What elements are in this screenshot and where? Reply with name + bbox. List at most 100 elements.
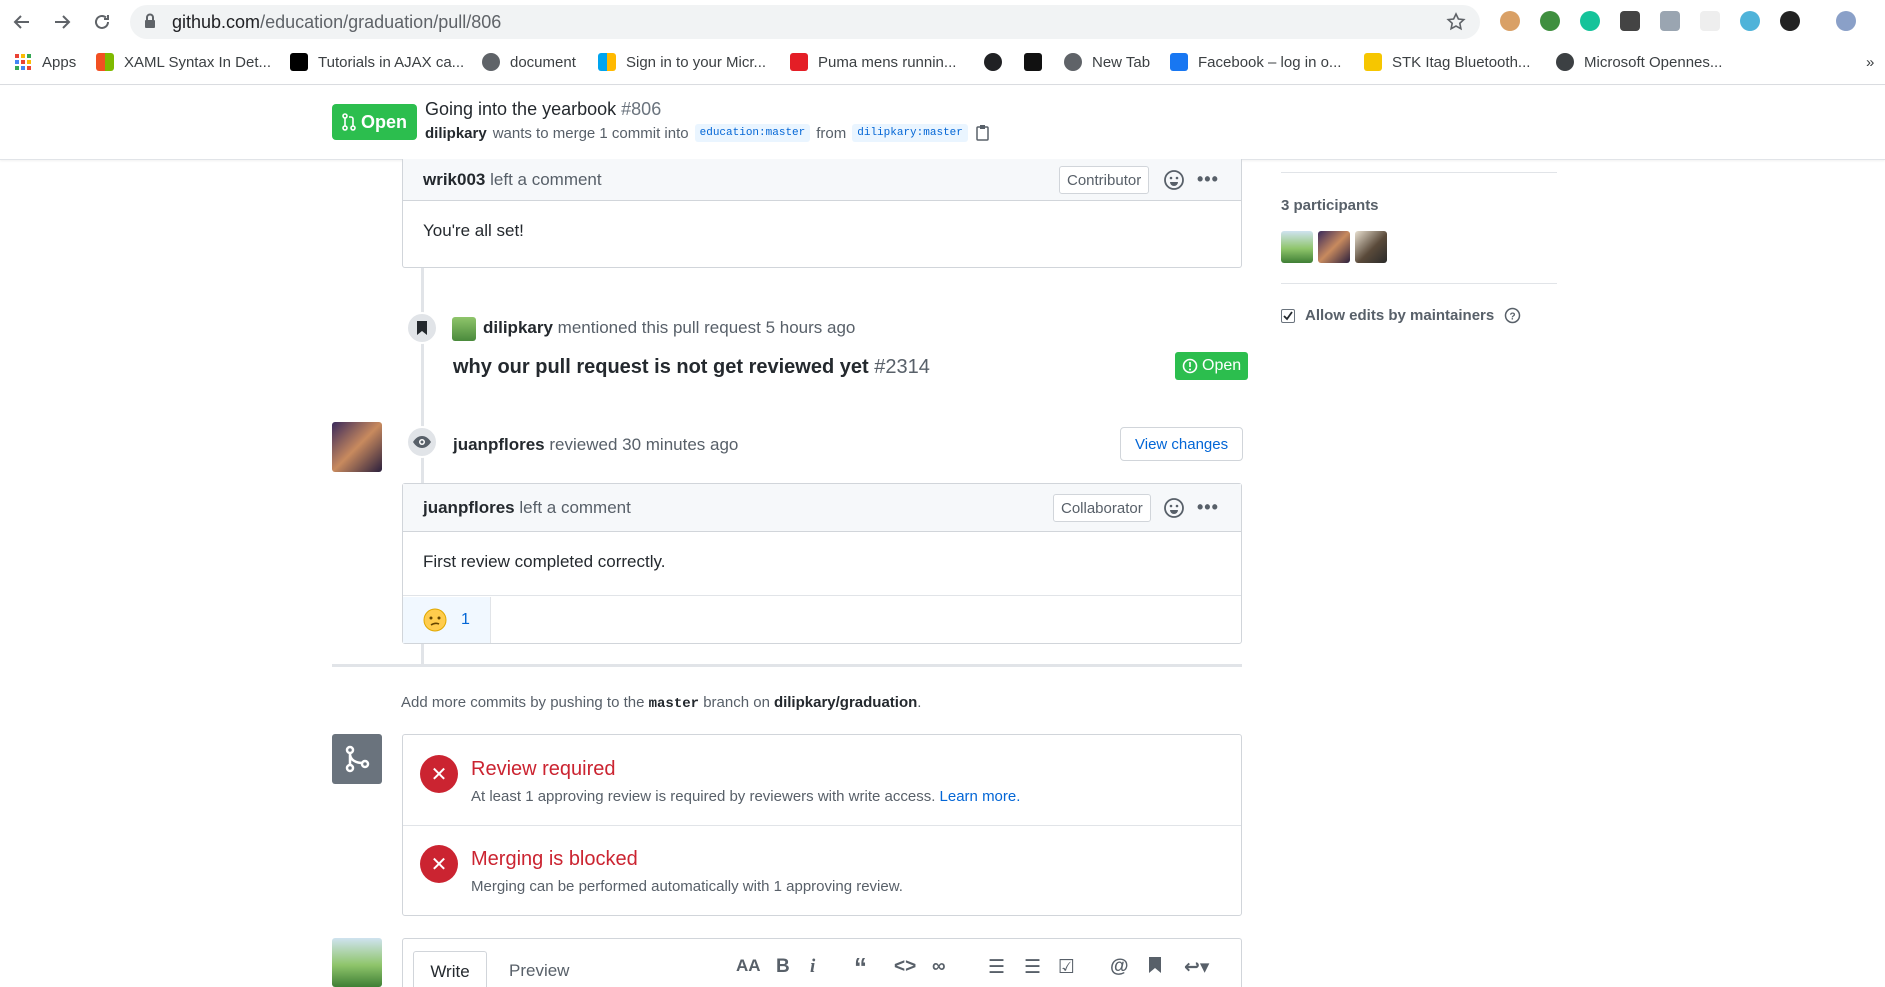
avatar[interactable] <box>332 422 382 472</box>
add-reaction-icon[interactable] <box>1163 497 1185 524</box>
view-changes-button[interactable]: View changes <box>1120 427 1244 461</box>
repo-link[interactable]: dilipkary/graduation <box>774 694 917 711</box>
mention-icon[interactable]: @ <box>1110 956 1129 978</box>
bold-icon[interactable]: B <box>776 956 790 978</box>
pr-sticky-header: Open Going into the yearbook #806 dilipk… <box>0 86 1885 160</box>
pr-meta-from: from <box>816 124 847 142</box>
bookmark-puma[interactable]: Puma mens runnin... <box>790 51 956 73</box>
address-bar[interactable]: github.com/education/graduation/pull/806 <box>130 5 1480 39</box>
help-icon[interactable]: ? <box>1504 307 1521 324</box>
italic-icon[interactable]: i <box>810 956 815 978</box>
allow-edits-checkbox[interactable] <box>1281 308 1295 323</box>
status-desc-review: At least 1 approving review is required … <box>471 788 1020 805</box>
task-list-icon[interactable]: ☑ <box>1058 956 1075 979</box>
tab-write[interactable]: Write <box>413 951 487 987</box>
forward-icon[interactable] <box>46 6 78 38</box>
bookmark-ajax[interactable]: Tutorials in AJAX ca... <box>290 51 464 73</box>
event-timestamp[interactable]: 30 minutes ago <box>622 435 738 454</box>
pr-number: #806 <box>621 99 662 119</box>
eye-icon <box>406 426 438 458</box>
issue-open-icon <box>1182 358 1198 374</box>
bookmark-facebook[interactable]: Facebook – log in o... <box>1170 51 1341 73</box>
more-bookmarks-icon[interactable]: » <box>1866 51 1874 73</box>
bulleted-list-icon[interactable]: ☰ <box>988 956 1005 979</box>
globe-icon <box>482 53 500 71</box>
blank-extension-icon[interactable] <box>1700 11 1720 31</box>
allow-edits-option: Allow edits by maintainers ? <box>1281 307 1521 324</box>
numbered-list-icon[interactable]: ☰ <box>1024 956 1041 979</box>
w-extension-icon[interactable] <box>1780 11 1800 31</box>
bookmark-newtab[interactable]: New Tab <box>1064 51 1150 73</box>
participant-avatar[interactable] <box>1281 231 1313 263</box>
link-icon[interactable]: ∞ <box>932 956 946 978</box>
satellite-extension-icon[interactable] <box>1660 11 1680 31</box>
bookmark-label: New Tab <box>1092 53 1151 71</box>
grammarly-extension-icon[interactable] <box>1580 11 1600 31</box>
quote-icon[interactable]: “ <box>854 952 867 983</box>
confused-emoji-icon <box>423 608 447 632</box>
base-branch[interactable]: education:master <box>694 124 811 142</box>
comment-header: juanpflores left a comment Collaborator … <box>403 484 1241 532</box>
more-options-icon[interactable]: ••• <box>1197 169 1219 190</box>
add-reaction-icon[interactable] <box>1163 169 1185 196</box>
bookmark-m[interactable] <box>984 51 1002 73</box>
comment-action: left a comment <box>490 170 602 189</box>
referenced-issue: why our pull request is not get reviewed… <box>453 356 930 379</box>
reload-icon[interactable] <box>86 6 118 38</box>
reaction-confused[interactable]: 1 <box>403 597 491 643</box>
globe-extension-icon[interactable] <box>1540 11 1560 31</box>
clipboard-icon[interactable] <box>974 124 992 142</box>
avatar[interactable] <box>452 317 476 341</box>
bookmark-document[interactable]: document <box>482 51 576 73</box>
back-icon[interactable] <box>6 6 38 38</box>
text-size-icon[interactable]: AA <box>736 956 761 976</box>
timeline-divider <box>332 664 1242 667</box>
code-icon[interactable]: <> <box>894 956 916 978</box>
allow-edits-label: Allow edits by maintainers <box>1305 307 1495 324</box>
bookmark-star-icon[interactable] <box>1446 12 1466 37</box>
comment-body: You're all set! <box>423 221 524 240</box>
learn-more-link[interactable]: Learn more. <box>940 788 1021 805</box>
bookmark-x[interactable] <box>1024 51 1042 73</box>
author-link[interactable]: juanpflores <box>453 435 545 454</box>
author-link[interactable]: juanpflores <box>423 498 515 517</box>
push-hint-text: branch on <box>703 694 770 711</box>
event-timestamp[interactable]: 5 hours ago <box>766 318 856 337</box>
globe-icon <box>1064 53 1082 71</box>
referenced-issue-link[interactable]: why our pull request is not get reviewed… <box>453 356 869 378</box>
profile-avatar-icon[interactable] <box>1836 11 1856 31</box>
more-options-icon[interactable]: ••• <box>1197 497 1219 518</box>
participant-avatar[interactable] <box>1318 231 1350 263</box>
comment-author: juanpflores left a comment <box>423 498 631 518</box>
bookmark-xaml[interactable]: XAML Syntax In Det... <box>96 51 271 73</box>
pr-author-link[interactable]: dilipkary <box>425 125 487 142</box>
react-extension-icon[interactable] <box>1740 11 1760 31</box>
avatar[interactable] <box>332 938 382 987</box>
referenced-issue-number: #2314 <box>874 356 930 378</box>
author-link[interactable]: wrik003 <box>423 170 485 189</box>
s-extension-icon[interactable] <box>1620 11 1640 31</box>
bookmark-label: Apps <box>42 53 77 71</box>
bookmark-label: Facebook – log in o... <box>1198 53 1342 71</box>
reference-icon[interactable] <box>1148 956 1162 980</box>
timeline-line <box>421 643 424 665</box>
bookmark-openness[interactable]: Microsoft Opennes... <box>1556 51 1722 73</box>
microsoft-icon <box>598 53 616 71</box>
author-link[interactable]: dilipkary <box>483 318 553 337</box>
play-icon <box>1556 53 1574 71</box>
bookmark-stk[interactable]: STK Itag Bluetooth... <box>1364 51 1530 73</box>
bookmark-apps[interactable]: Apps <box>14 51 76 73</box>
microsoft-icon <box>96 53 114 71</box>
bookmark-microsoft[interactable]: Sign in to your Micr... <box>598 51 766 73</box>
head-branch[interactable]: dilipkary:master <box>852 124 968 142</box>
bookmark-event-icon <box>406 312 438 344</box>
url-text: github.com/education/graduation/pull/806 <box>172 12 502 32</box>
cookie-extension-icon[interactable] <box>1500 11 1520 31</box>
tab-preview[interactable]: Preview <box>509 961 569 981</box>
facebook-icon <box>1170 53 1188 71</box>
saved-reply-icon[interactable]: ↩▾ <box>1184 956 1209 979</box>
status-title-review: Review required <box>471 758 616 780</box>
push-hint-branch: master <box>648 696 700 712</box>
author-role-badge: Contributor <box>1059 166 1150 194</box>
participant-avatar[interactable] <box>1355 231 1387 263</box>
